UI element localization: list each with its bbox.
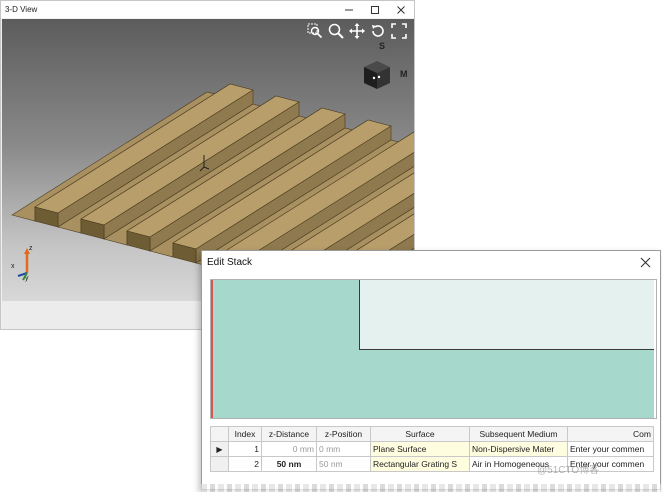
3d-view-titlebar: 3-D View [1, 1, 414, 18]
column-header-selector [210, 426, 229, 442]
cell-z-distance[interactable]: 50 nm [261, 456, 317, 472]
cell-index: 2 [228, 456, 262, 472]
stack-preview-position-marker [211, 280, 213, 418]
column-header-comment[interactable]: Com [567, 426, 654, 442]
close-icon[interactable] [388, 1, 414, 18]
edit-stack-title: Edit Stack [207, 256, 253, 268]
screenshot-root: 3-D View S M z x y Edit Stack Index z-Di… [0, 0, 662, 492]
row-selector[interactable] [210, 456, 229, 472]
table-row[interactable]: ▶ 1 0 mm 0 mm Plane Surface Non-Dispersi… [210, 441, 654, 457]
3d-view-title: 3-D View [5, 5, 38, 14]
cell-z-position: 50 nm [316, 456, 371, 472]
cell-subsequent-medium[interactable]: Non-Dispersive Mater [469, 441, 568, 457]
stack-preview-grating-layer [359, 280, 654, 350]
close-icon[interactable] [630, 251, 660, 273]
torn-edge-decoration [201, 484, 661, 492]
column-header-subsequent-medium[interactable]: Subsequent Medium [469, 426, 568, 442]
row-selector-arrow-icon[interactable]: ▶ [210, 441, 229, 457]
watermark: @51CTO博客 [537, 465, 600, 476]
axis-triad: z x y [10, 243, 40, 285]
cell-z-distance[interactable]: 0 mm [261, 441, 317, 457]
cell-z-position: 0 mm [316, 441, 371, 457]
cell-comment[interactable]: Enter your commen [567, 441, 654, 457]
column-header-surface[interactable]: Surface [370, 426, 470, 442]
maximize-icon[interactable] [362, 1, 388, 18]
cell-index: 1 [228, 441, 262, 457]
edit-stack-titlebar: Edit Stack [202, 251, 660, 273]
cell-surface[interactable]: Plane Surface [370, 441, 470, 457]
table-header-row: Index z-Distance z-Position Surface Subs… [210, 426, 654, 442]
column-header-z-distance[interactable]: z-Distance [261, 426, 317, 442]
edit-stack-window: Edit Stack Index z-Distance z-Position S… [201, 250, 661, 490]
column-header-z-position[interactable]: z-Position [316, 426, 371, 442]
center-axis-marker [199, 155, 210, 172]
cell-surface[interactable]: Rectangular Grating S [370, 456, 470, 472]
stack-preview[interactable] [210, 279, 657, 419]
minimize-icon[interactable] [336, 1, 362, 18]
column-header-index[interactable]: Index [228, 426, 262, 442]
